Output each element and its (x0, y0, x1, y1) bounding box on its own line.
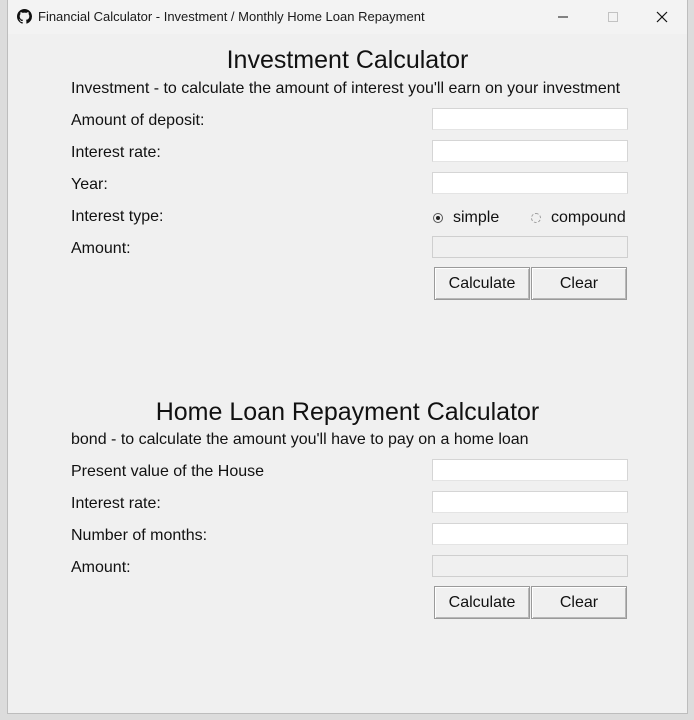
title-bar[interactable]: Financial Calculator - Investment / Mont… (8, 0, 687, 34)
months-label: Number of months: (71, 527, 208, 544)
deposit-label: Amount of deposit: (71, 112, 205, 129)
maximize-icon (608, 12, 618, 22)
year-label: Year: (71, 176, 108, 193)
minimize-button[interactable] (539, 0, 587, 34)
app-window: Financial Calculator - Investment / Mont… (7, 0, 688, 714)
deposit-input[interactable] (432, 108, 628, 130)
radio-checked-icon (433, 213, 443, 223)
investment-amount-output (432, 236, 628, 258)
bond-amount-label: Amount: (71, 559, 131, 576)
close-icon (656, 11, 668, 23)
investment-calculate-button[interactable]: Calculate (434, 267, 530, 300)
bond-calculate-button[interactable]: Calculate (434, 586, 530, 619)
investment-description: Investment - to calculate the amount of … (71, 80, 621, 97)
radio-simple[interactable]: simple (433, 209, 499, 227)
bond-amount-output (432, 555, 628, 577)
year-input[interactable] (432, 172, 628, 194)
close-button[interactable] (638, 0, 686, 34)
bond-rate-label: Interest rate: (71, 495, 161, 512)
present-value-input[interactable] (432, 459, 628, 481)
investment-amount-label: Amount: (71, 240, 131, 257)
investment-heading: Investment Calculator (226, 46, 469, 74)
window-title: Financial Calculator - Investment / Mont… (38, 9, 425, 24)
months-input[interactable] (432, 523, 628, 545)
investment-rate-label: Interest rate: (71, 144, 161, 161)
radio-unchecked-icon (531, 213, 541, 223)
github-icon (17, 9, 32, 24)
minimize-icon (558, 16, 568, 18)
maximize-button[interactable] (589, 0, 637, 34)
investment-rate-input[interactable] (432, 140, 628, 162)
radio-compound[interactable]: compound (531, 209, 626, 227)
bond-clear-button[interactable]: Clear (531, 586, 627, 619)
bond-rate-input[interactable] (432, 491, 628, 513)
radio-simple-label: simple (453, 209, 500, 226)
interest-type-label: Interest type: (71, 208, 164, 225)
bond-description: bond - to calculate the amount you'll ha… (71, 431, 529, 448)
present-value-label: Present value of the House (71, 463, 265, 480)
investment-clear-button[interactable]: Clear (531, 267, 627, 300)
radio-compound-label: compound (551, 209, 626, 226)
bond-heading: Home Loan Repayment Calculator (155, 398, 540, 426)
